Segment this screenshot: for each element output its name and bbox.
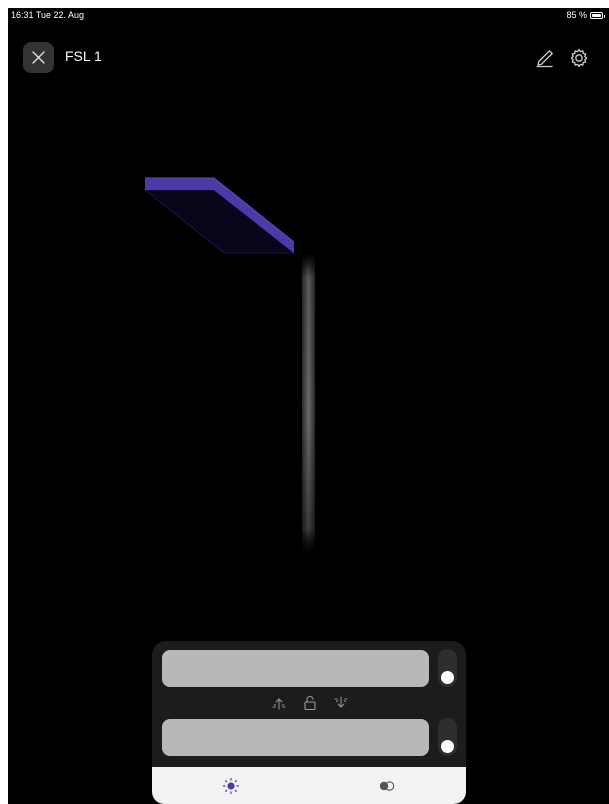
lock-button[interactable] [301, 695, 319, 711]
uplight-button[interactable] [270, 695, 288, 711]
tab-bar [152, 767, 466, 804]
downlight-icon [334, 696, 348, 708]
tab-color[interactable] [376, 775, 398, 797]
toggle-knob [441, 671, 454, 684]
upper-light-slider[interactable] [162, 650, 429, 687]
lock-icon [304, 696, 316, 711]
lamp-pole [302, 253, 315, 553]
toggle-circles-icon [379, 781, 395, 791]
downlight-button[interactable] [332, 695, 350, 711]
upper-light-toggle[interactable] [438, 649, 457, 687]
tab-brightness[interactable] [220, 775, 242, 797]
lamp-head [143, 177, 296, 254]
sun-icon [222, 777, 240, 795]
uplight-icon [272, 698, 286, 710]
toggle-knob [441, 740, 454, 753]
app-screen: 16:31 Tue 22. Aug 85 % FSL 1 [8, 8, 609, 804]
lower-light-slider[interactable] [162, 719, 429, 756]
lower-light-toggle[interactable] [438, 718, 457, 756]
lamp-visualization [143, 177, 315, 553]
control-panel [152, 641, 466, 804]
light-mode-selector [270, 694, 350, 712]
